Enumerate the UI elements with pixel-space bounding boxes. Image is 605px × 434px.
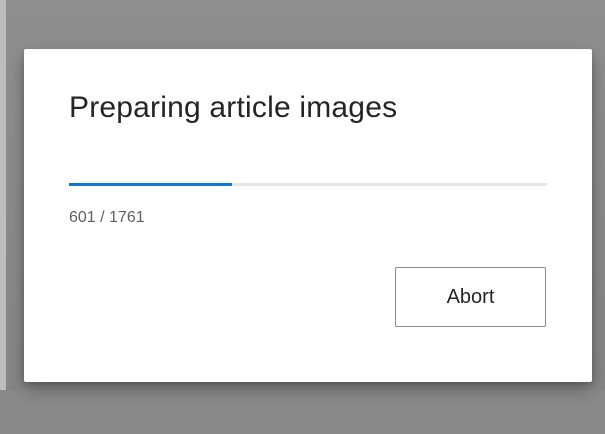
progress-bar-fill (69, 183, 233, 186)
progress-dialog: Preparing article images 601 / 1761 Abor… (24, 49, 592, 382)
backdrop-band (0, 390, 605, 434)
dialog-title: Preparing article images (69, 91, 398, 124)
backdrop-edge (0, 0, 6, 434)
progress-bar (69, 183, 547, 186)
abort-button[interactable]: Abort (395, 267, 546, 327)
progress-counter: 601 / 1761 (69, 209, 145, 226)
